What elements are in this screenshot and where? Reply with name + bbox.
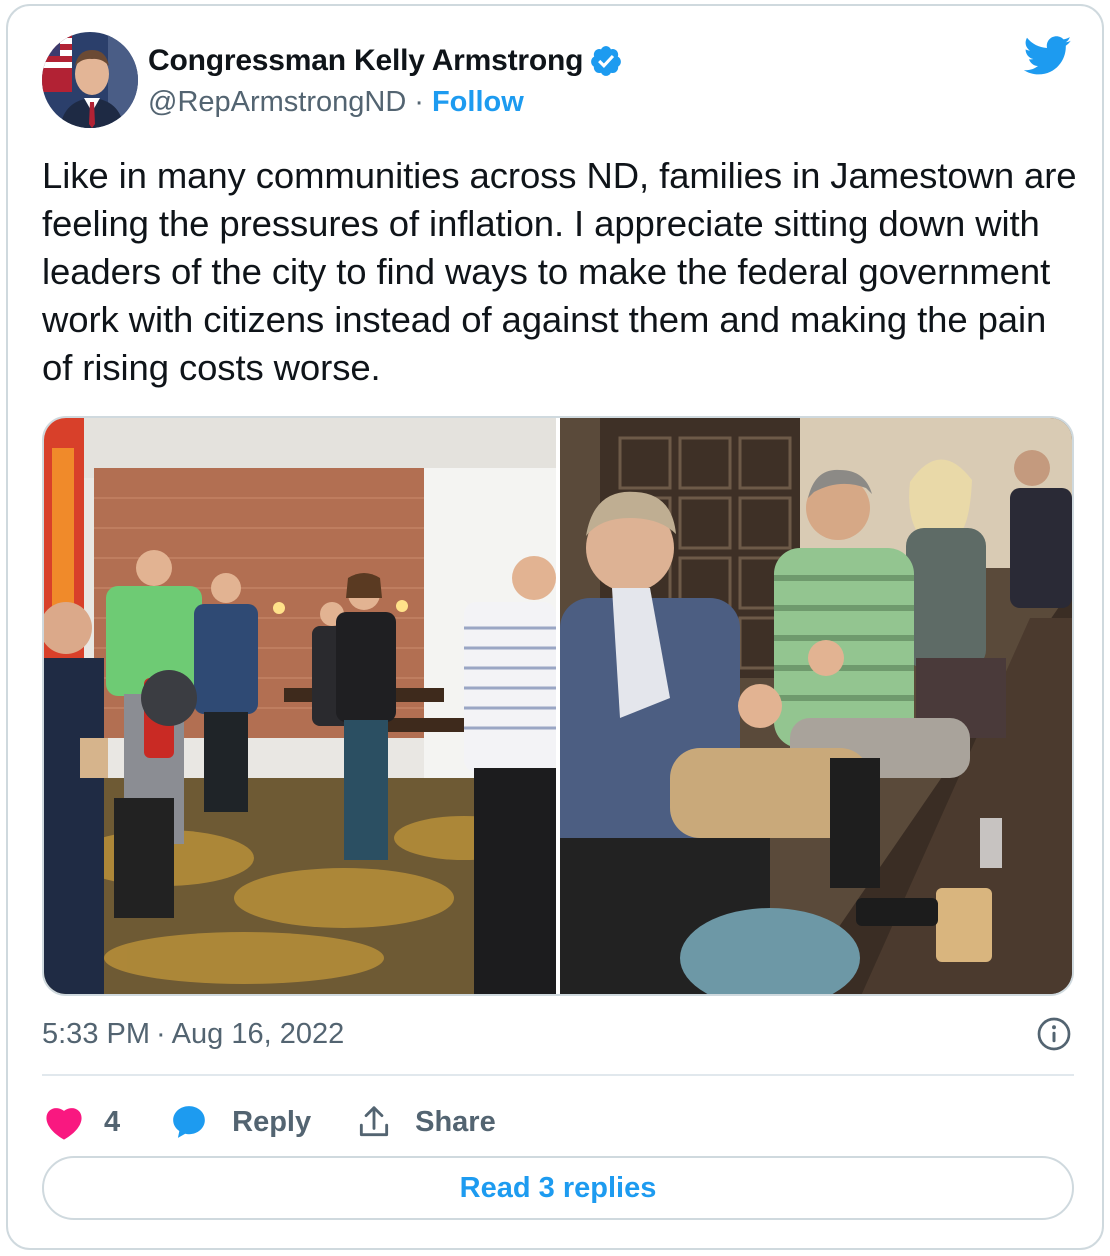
share-button[interactable]: Share [355,1103,496,1141]
separator-dot: · [414,86,424,118]
like-count: 4 [104,1105,121,1138]
reply-bubble-icon [170,1103,208,1141]
verified-badge-icon [589,44,623,78]
info-icon[interactable] [1036,1016,1072,1052]
tweet-actions: 4 Reply Share [44,1094,496,1150]
reply-label: Reply [232,1105,312,1138]
tweet-date: Aug 16, 2022 [171,1018,345,1050]
share-upload-icon [355,1103,393,1141]
author-name[interactable]: Congressman Kelly Armstrong [148,44,583,78]
read-replies-button[interactable]: Read 3 replies [42,1156,1074,1220]
photo-roundtable[interactable] [560,418,1072,994]
photo-group-standing[interactable] [44,418,556,994]
tweet-timestamp[interactable]: 5:33 PM · Aug 16, 2022 [42,1018,344,1051]
author-name-row: Congressman Kelly Armstrong [148,44,623,78]
tweet-time: 5:33 PM [42,1018,150,1050]
share-label: Share [415,1105,496,1138]
author-handle[interactable]: @RepArmstrongND [148,86,406,119]
reply-button[interactable]: Reply [170,1103,355,1141]
divider [42,1074,1074,1076]
like-button[interactable]: 4 [44,1103,170,1141]
tweet-media[interactable] [42,416,1074,996]
twitter-bird-icon[interactable] [1023,36,1072,76]
avatar[interactable] [42,32,138,128]
heart-icon [44,1103,84,1141]
timestamp-separator: · [156,1018,166,1050]
follow-button[interactable]: Follow [432,86,524,119]
tweet-card: Congressman Kelly Armstrong @RepArmstron… [6,4,1104,1250]
author-handle-row: @RepArmstrongND · Follow [148,86,524,119]
tweet-text: Like in many communities across ND, fami… [42,155,1077,388]
